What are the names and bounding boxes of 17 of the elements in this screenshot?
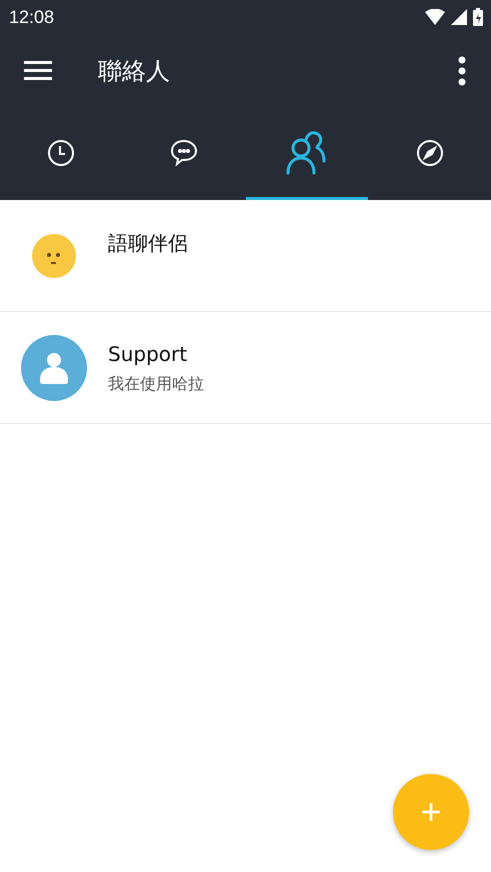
- contact-status: 我在使用哈拉: [108, 374, 204, 395]
- contact-row[interactable]: Support 我在使用哈拉: [0, 312, 491, 424]
- compass-icon: [416, 138, 444, 166]
- smiley-avatar: [31, 232, 77, 278]
- contact-name: 語聊伴侶: [108, 230, 188, 257]
- chat-icon: [169, 138, 200, 168]
- more-options-icon[interactable]: [457, 56, 467, 86]
- battery-icon: [473, 8, 483, 26]
- clock-icon: [47, 138, 76, 166]
- signal-icon: [451, 9, 467, 25]
- status-time: 12:08: [9, 6, 54, 28]
- contact-row[interactable]: 語聊伴侶: [0, 200, 491, 312]
- person-avatar: [20, 334, 88, 402]
- app-title: 聯絡人: [98, 56, 171, 87]
- wifi-icon: [425, 9, 445, 25]
- menu-icon[interactable]: [24, 61, 52, 81]
- contact-name: Support: [108, 342, 188, 366]
